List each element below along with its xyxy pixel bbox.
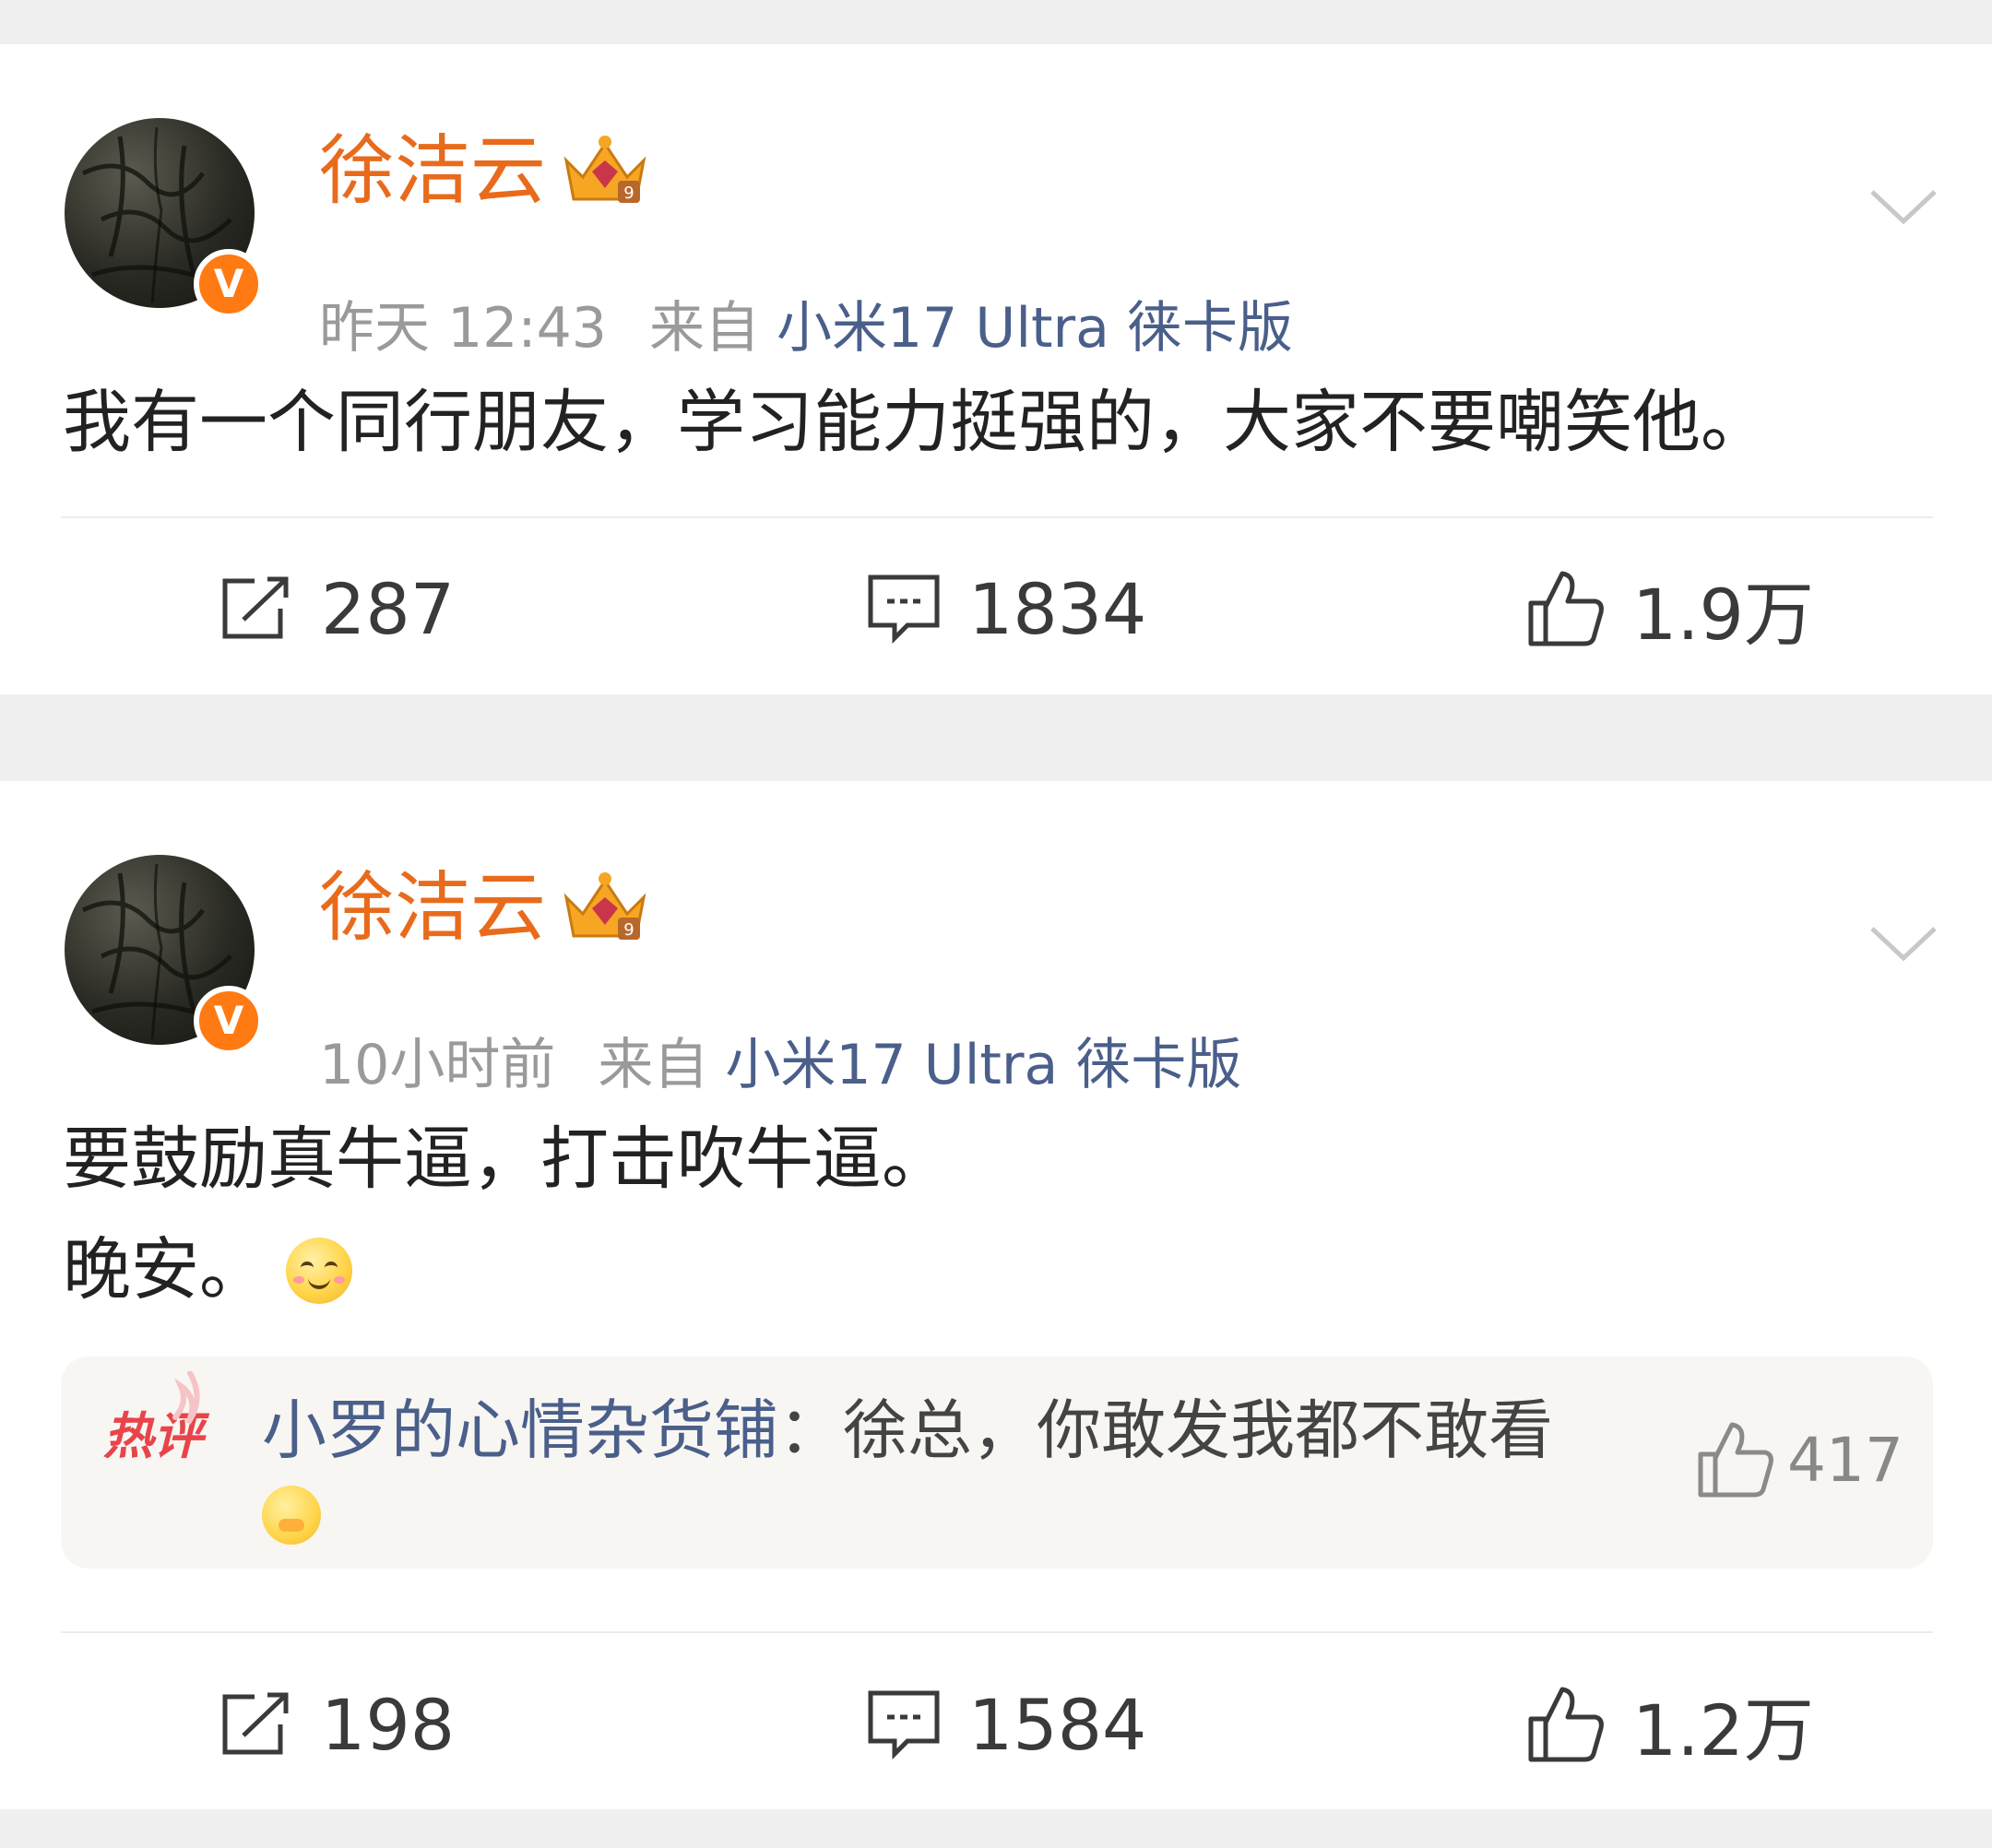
hot-comment-like-button[interactable]: 417 — [1697, 1421, 1903, 1499]
chevron-down-icon[interactable] — [1867, 919, 1940, 965]
smile-emoji-icon — [286, 1238, 352, 1304]
verified-icon: V — [194, 986, 264, 1056]
author-name[interactable]: 徐洁云 — [319, 862, 546, 954]
content-line-text: 晚安。 — [63, 1230, 267, 1309]
like-count: 1.2万 — [1632, 1689, 1814, 1771]
svg-text:9: 9 — [623, 184, 634, 203]
crown-badge-icon[interactable]: 9 — [561, 870, 649, 947]
flame-icon — [172, 1371, 200, 1425]
post-card: V 徐洁云 9 10小时前 来自 小米17 Ultra 徕卡版 要鼓励真牛逼，打击吹… — [0, 781, 1992, 1809]
repost-count: 287 — [321, 567, 456, 650]
thumbs-up-icon — [1528, 571, 1604, 646]
crown-badge-icon[interactable]: 9 — [561, 133, 649, 210]
source-label: 来自 — [648, 296, 760, 361]
action-bar: 287 1834 1.9万 — [0, 553, 1992, 664]
crying-emoji-icon — [262, 1486, 321, 1545]
like-count: 1.9万 — [1632, 574, 1814, 656]
action-bar: 198 1584 1.2万 — [0, 1669, 1992, 1780]
comment-count: 1584 — [968, 1683, 1147, 1766]
post-time: 昨天 12:43 — [319, 296, 607, 361]
post-content: 我有一个同行朋友，学习能力挺强的，大家不要嘲笑他。 — [63, 367, 1769, 478]
verified-icon: V — [194, 249, 264, 319]
content-line: 要鼓励真牛逼，打击吹牛逼。 — [63, 1119, 950, 1199]
repost-icon — [222, 576, 289, 639]
like-button[interactable]: 1.9万 — [1527, 553, 1814, 664]
thumbs-up-icon — [1528, 1687, 1604, 1762]
post-meta: 10小时前 来自 小米17 Ultra 徕卡版 — [319, 1028, 1241, 1102]
post-card: V 徐洁云 9 昨天 12:43 来自 小米17 Ultra 徕卡版 我有一个同行朋… — [0, 44, 1992, 694]
hot-comment-separator: ： — [778, 1392, 843, 1468]
repost-button[interactable]: 198 — [219, 1669, 455, 1780]
hot-comment-like-count: 417 — [1787, 1424, 1903, 1496]
hot-comment-text: 小罗的心情杂货铺：徐总，你敢发我都不敢看 — [262, 1384, 1553, 1476]
hot-comment-body: 徐总，你敢发我都不敢看 — [843, 1392, 1553, 1468]
comment-button[interactable]: 1584 — [867, 1669, 1146, 1780]
repost-icon — [222, 1692, 289, 1755]
post-content: 要鼓励真牛逼，打击吹牛逼。 晚安。 — [63, 1104, 950, 1325]
comment-icon — [868, 575, 940, 644]
divider — [61, 1631, 1933, 1633]
comment-icon — [868, 1690, 940, 1759]
author-name[interactable]: 徐洁云 — [319, 125, 546, 218]
like-button[interactable]: 1.2万 — [1527, 1669, 1814, 1780]
device-link[interactable]: 小米17 Ultra 徕卡版 — [725, 1033, 1241, 1097]
divider — [61, 516, 1933, 518]
content-line: 晚安。 — [63, 1214, 950, 1325]
post-time: 10小时前 — [319, 1033, 556, 1097]
comment-count: 1834 — [968, 567, 1147, 650]
device-link[interactable]: 小米17 Ultra 徕卡版 — [777, 296, 1293, 361]
hot-comment-user[interactable]: 小罗的心情杂货铺 — [262, 1392, 778, 1468]
content-line: 我有一个同行朋友，学习能力挺强的，大家不要嘲笑他。 — [63, 383, 1769, 462]
hot-comment[interactable]: 热评 小罗的心情杂货铺：徐总，你敢发我都不敢看 417 — [61, 1356, 1933, 1569]
post-meta: 昨天 12:43 来自 小米17 Ultra 徕卡版 — [319, 291, 1293, 365]
thumbs-up-icon — [1698, 1422, 1773, 1498]
svg-text:9: 9 — [623, 920, 634, 940]
comment-button[interactable]: 1834 — [867, 553, 1146, 664]
chevron-down-icon[interactable] — [1867, 183, 1940, 229]
source-label: 来自 — [598, 1033, 709, 1097]
repost-button[interactable]: 287 — [219, 553, 455, 664]
repost-count: 198 — [321, 1683, 456, 1766]
